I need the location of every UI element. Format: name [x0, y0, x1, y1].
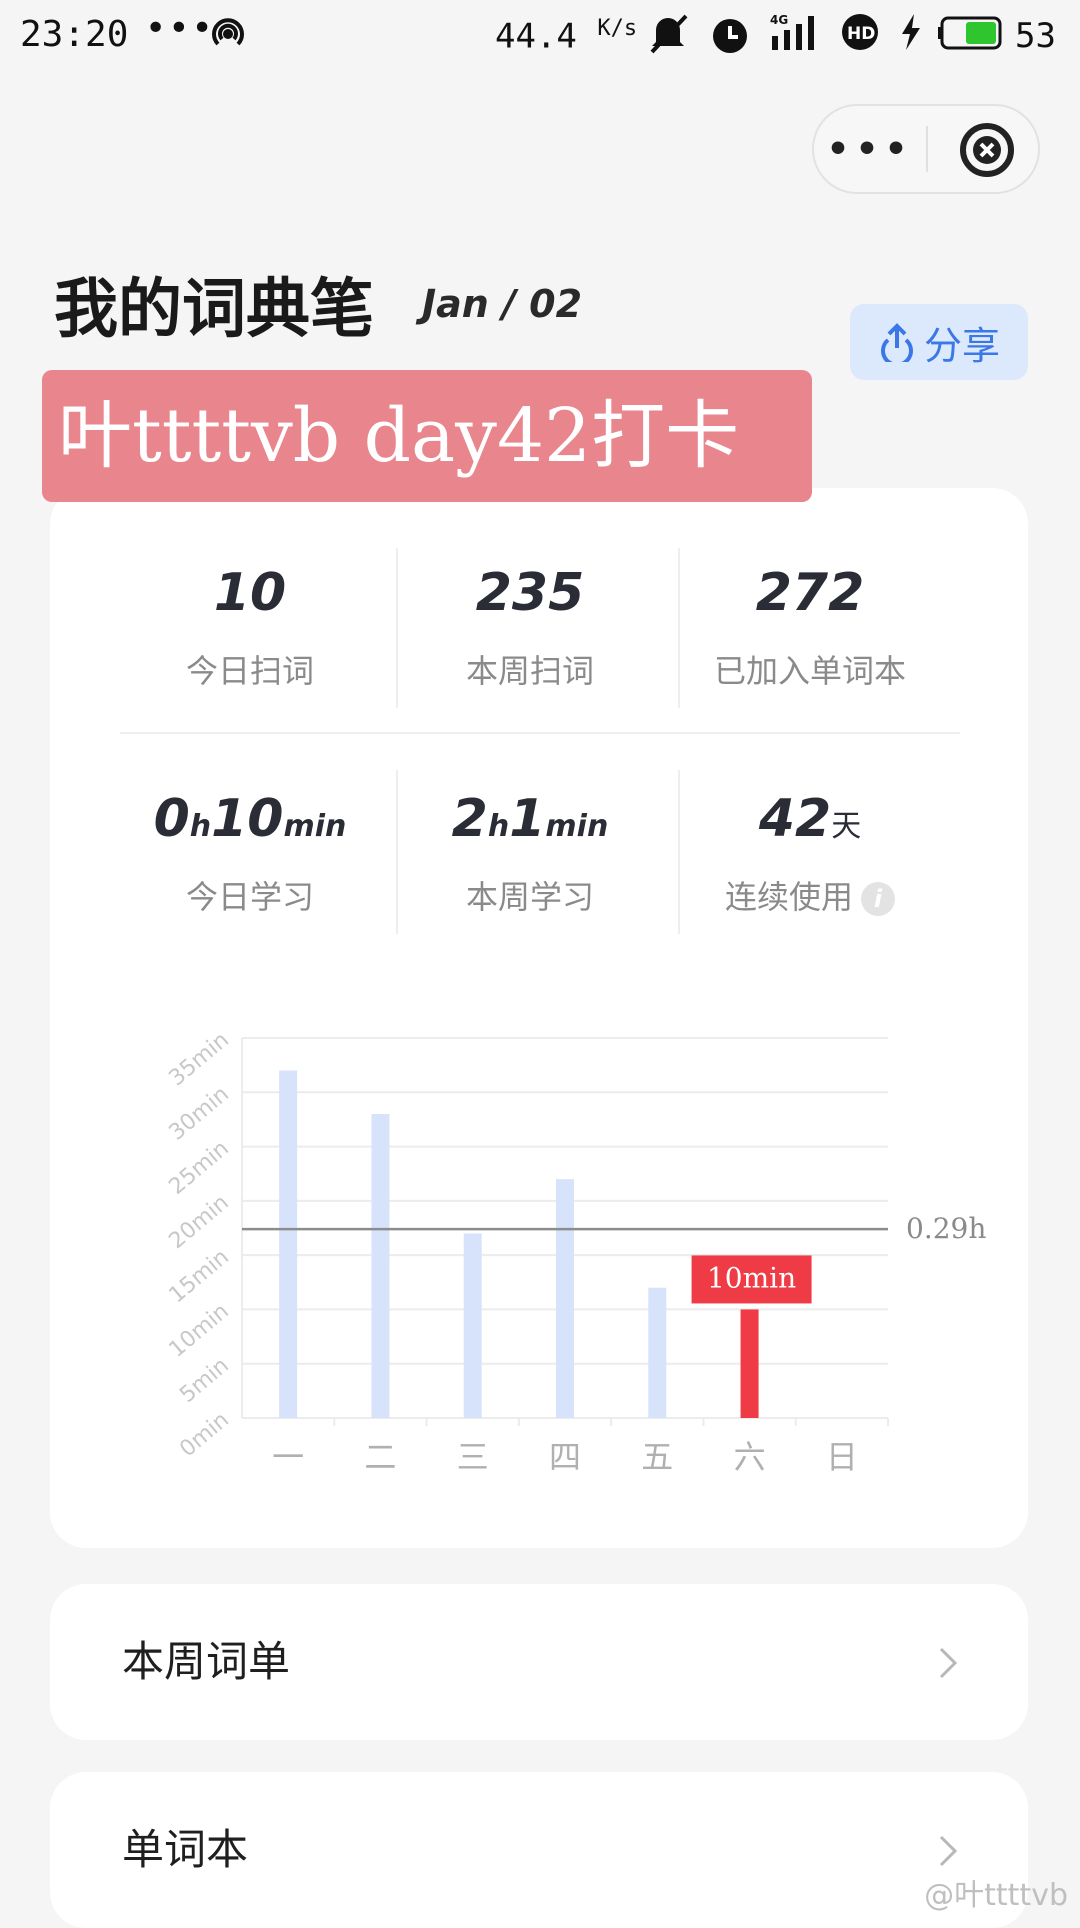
- close-button[interactable]: [958, 121, 1016, 183]
- bar: [648, 1287, 667, 1418]
- stat-today-study: 0h10min 今日学习: [110, 784, 390, 918]
- mute-icon: [648, 12, 688, 58]
- stat-label: 连续使用 i: [670, 872, 950, 918]
- stat-week-study: 2h1min 本周学习: [390, 784, 670, 918]
- page-date: Jan / 02: [422, 282, 583, 326]
- page-title: 我的词典笔: [54, 273, 374, 347]
- bar: [463, 1233, 482, 1418]
- stat-label: 本周扫词: [465, 652, 594, 690]
- y-tick-label: 35min: [165, 1027, 234, 1091]
- y-tick-label: 15min: [165, 1245, 234, 1309]
- stat-label: 本周学习: [465, 878, 594, 916]
- bar: [556, 1179, 574, 1418]
- list-item-label: 本周词单: [122, 1637, 291, 1686]
- weekly-study-chart: 0min5min10min15min20min25min30min35min一二…: [165, 1027, 987, 1476]
- y-tick-label: 25min: [165, 1136, 234, 1200]
- stat-value: 10: [213, 563, 287, 623]
- stat-today-scans: 10 今日扫词: [110, 558, 390, 692]
- info-icon[interactable]: i: [861, 882, 895, 916]
- data-label: 10min: [707, 1261, 796, 1294]
- divider: [120, 732, 960, 734]
- status-bar: 23:20 ••• 44.4 K/s 4G HD 53: [0, 0, 1080, 70]
- list-item-label: 单词本: [122, 1825, 249, 1874]
- bar: [371, 1114, 390, 1418]
- stat-streak: 42天 连续使用 i: [670, 784, 950, 918]
- x-tick-label: 四: [549, 1438, 581, 1476]
- x-tick-label: 二: [364, 1438, 396, 1476]
- stat-value: 235: [475, 563, 585, 623]
- y-tick-label: 30min: [165, 1082, 234, 1146]
- weibo-watermark: @叶ttttvb: [924, 1878, 1068, 1913]
- y-tick-label: 20min: [165, 1190, 234, 1254]
- hotspot-icon: [208, 14, 248, 58]
- y-tick-label: 0min: [175, 1407, 234, 1462]
- x-tick-label: 三: [457, 1438, 489, 1476]
- stat-value: 2h1min: [451, 789, 609, 849]
- alarm-icon: [708, 12, 752, 60]
- x-tick-label: 日: [826, 1438, 858, 1476]
- stat-wordbook-count: 272 已加入单词本: [670, 558, 950, 692]
- share-label: 分享: [923, 323, 1000, 368]
- capsule-divider: [926, 126, 928, 172]
- chevron-right-icon: [939, 1835, 958, 1867]
- list-item-wordbook[interactable]: 单词本: [50, 1772, 1028, 1928]
- x-tick-label: 五: [641, 1438, 673, 1476]
- stat-label: 已加入单词本: [713, 652, 906, 690]
- upload-icon: [880, 323, 913, 362]
- signal-4g-icon: 4G: [770, 12, 822, 56]
- checkin-watermark: 叶ttttvb day42打卡: [42, 370, 812, 502]
- stat-value: 42天: [758, 789, 862, 849]
- svg-text:HD: HD: [847, 24, 875, 44]
- y-tick-label: 10min: [165, 1299, 234, 1363]
- x-tick-label: 一: [272, 1438, 304, 1476]
- status-dots: •••: [145, 8, 215, 49]
- capsule-menu: •••: [812, 104, 1040, 194]
- stat-value: 272: [755, 563, 865, 623]
- svg-text:4G: 4G: [770, 13, 788, 27]
- stat-week-scans: 235 本周扫词: [390, 558, 670, 692]
- stats-card: 10 今日扫词 235 本周扫词 272 已加入单词本 0h10min 今日学习…: [50, 488, 1028, 1548]
- y-tick-label: 5min: [175, 1353, 234, 1408]
- battery-icon: [938, 16, 1004, 54]
- chevron-right-icon: [939, 1647, 958, 1679]
- hd-icon: HD: [840, 12, 880, 56]
- bar: [279, 1070, 298, 1418]
- stat-label: 今日学习: [185, 878, 314, 916]
- status-time: 23:20: [20, 14, 129, 55]
- average-label: 0.29h: [906, 1212, 986, 1245]
- net-speed: 44.4 K/s: [495, 16, 638, 57]
- x-tick-label: 六: [734, 1438, 766, 1476]
- stat-value: 0h10min: [153, 789, 347, 849]
- share-button[interactable]: 分享: [850, 304, 1028, 380]
- stat-label: 今日扫词: [185, 652, 314, 690]
- battery-level: 53: [1015, 16, 1056, 56]
- more-button[interactable]: •••: [814, 106, 926, 192]
- close-icon: [960, 123, 1014, 177]
- list-item-weekly-words[interactable]: 本周词单: [50, 1584, 1028, 1740]
- charging-icon: [898, 12, 924, 56]
- bar: [740, 1309, 759, 1418]
